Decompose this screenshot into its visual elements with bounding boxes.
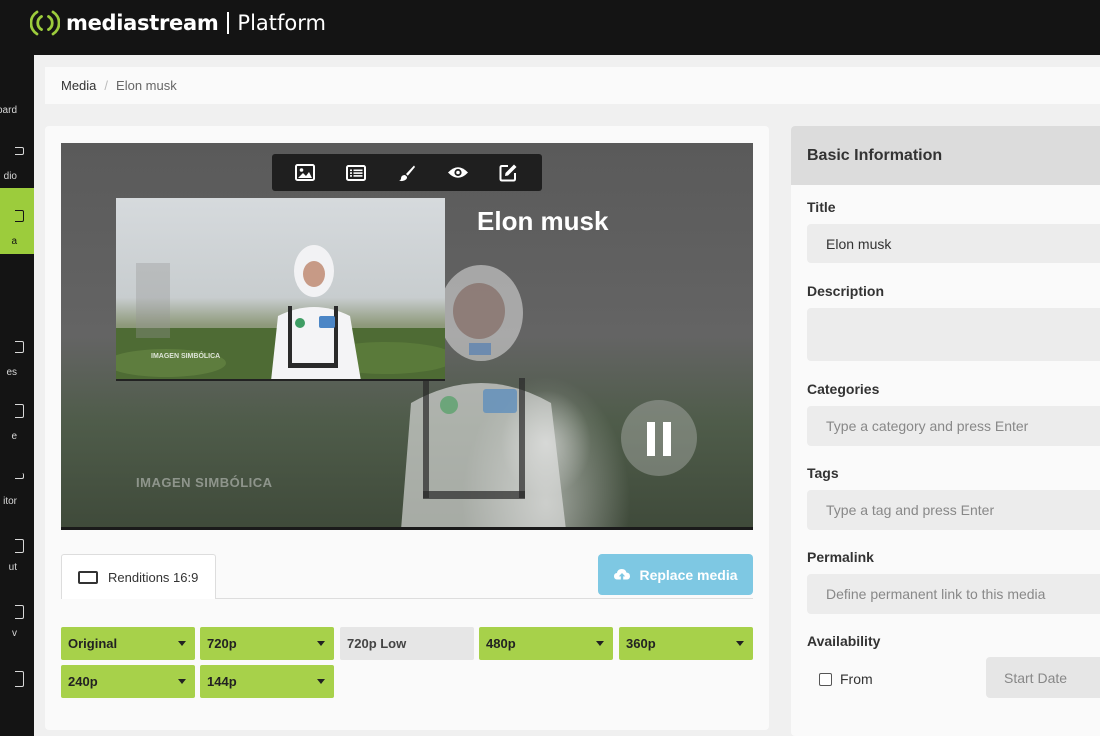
nav-item-label: ut xyxy=(8,562,17,573)
media-icon xyxy=(15,210,24,222)
breadcrumb-separator: / xyxy=(104,78,109,93)
chevron-down-icon xyxy=(178,641,186,646)
rendition-480p-select[interactable]: 480p xyxy=(479,627,613,660)
title-input[interactable] xyxy=(807,224,1100,263)
list-icon[interactable] xyxy=(342,159,370,187)
breadcrumb: Media / Elon musk xyxy=(45,67,1100,104)
brand-name: mediastream xyxy=(66,11,219,35)
nav-item-label: a xyxy=(11,236,17,247)
chevron-down-icon xyxy=(317,679,325,684)
product-name: Platform xyxy=(237,11,326,35)
image-icon[interactable] xyxy=(291,159,319,187)
permalink-label: Permalink xyxy=(807,549,874,565)
rendition-label: 360p xyxy=(626,636,656,651)
rendition-label: 240p xyxy=(68,674,98,689)
breadcrumb-current: Elon musk xyxy=(116,78,177,93)
rendition-240p-select[interactable]: 240p xyxy=(61,665,195,698)
rendition-360p-select[interactable]: 360p xyxy=(619,627,753,660)
chevron-down-icon xyxy=(736,641,744,646)
video-watermark: IMAGEN SIMBÓLICA xyxy=(136,475,273,490)
categories-label: Categories xyxy=(807,381,880,397)
categories-input[interactable] xyxy=(807,406,1100,446)
chevron-down-icon xyxy=(178,679,186,684)
aspect-ratio-icon xyxy=(78,570,98,584)
layout-icon xyxy=(15,539,24,553)
video-player[interactable]: IMAGEN SIMBÓLICA IMAGEN SIMBÓLICA Elon m… xyxy=(61,143,753,530)
video-title-overlay: Elon musk xyxy=(477,206,609,236)
nav-item-label: dio xyxy=(3,171,17,182)
nav-item-label: itor xyxy=(3,496,17,507)
nav-item-playlists[interactable]: es xyxy=(0,285,34,378)
nav-item-editor[interactable]: itor xyxy=(0,465,34,525)
chevron-down-icon xyxy=(596,641,604,646)
nav-item-label: es xyxy=(6,367,17,378)
rendition-original-select[interactable]: Original xyxy=(61,627,195,660)
brush-icon[interactable] xyxy=(393,159,421,187)
nav-item-dashboard[interactable]: oard xyxy=(0,83,34,143)
tv-icon xyxy=(15,605,24,619)
pause-button[interactable] xyxy=(621,400,697,476)
pause-icon xyxy=(663,422,671,456)
broadcast-icon xyxy=(29,9,61,37)
eye-icon[interactable] xyxy=(444,159,472,187)
replace-media-label: Replace media xyxy=(639,566,738,583)
start-date-input[interactable]: Start Date xyxy=(986,657,1100,698)
tab-renditions-label: Renditions 16:9 xyxy=(108,569,199,585)
rendition-label: 144p xyxy=(207,674,237,689)
tags-input[interactable] xyxy=(807,490,1100,530)
nav-item-label: v xyxy=(12,628,17,639)
audio-icon xyxy=(15,147,24,155)
video-thumbnail[interactable]: IMAGEN SIMBÓLICA xyxy=(116,198,445,381)
tab-renditions[interactable]: Renditions 16:9 xyxy=(61,554,216,599)
video-toolbar xyxy=(272,154,542,191)
playlists-icon xyxy=(15,341,24,353)
video-progress-track[interactable] xyxy=(61,527,753,530)
description-textarea[interactable] xyxy=(807,308,1100,361)
title-label: Title xyxy=(807,199,836,215)
top-bar: mediastream Platform xyxy=(0,0,1100,55)
permalink-input[interactable] xyxy=(807,574,1100,614)
edit-icon[interactable] xyxy=(495,159,523,187)
nav-item-label: e xyxy=(11,431,17,442)
live-icon xyxy=(15,404,24,418)
nav-item-layout[interactable]: ut xyxy=(0,531,34,591)
rendition-label: Original xyxy=(68,636,118,651)
chevron-down-icon xyxy=(317,641,325,646)
left-nav: oard dio a es e itor ut v xyxy=(0,55,34,736)
nav-icon xyxy=(15,671,24,687)
replace-media-button[interactable]: Replace media xyxy=(598,554,753,595)
breadcrumb-media-link[interactable]: Media xyxy=(61,78,96,93)
rendition-720p-low[interactable]: 720p Low xyxy=(340,627,474,660)
basic-info-header: Basic Information xyxy=(791,126,1100,185)
nav-item-more[interactable] xyxy=(0,663,34,723)
availability-from-checkbox[interactable] xyxy=(819,673,832,686)
cloud-upload-icon xyxy=(614,569,631,581)
rendition-144p-select[interactable]: 144p xyxy=(200,665,334,698)
brand-separator xyxy=(227,12,230,34)
nav-item-tv[interactable]: v xyxy=(0,597,34,657)
nav-item-media[interactable]: a xyxy=(0,188,34,254)
tags-label: Tags xyxy=(807,465,839,481)
rendition-720p-select[interactable]: 720p xyxy=(200,627,334,660)
rendition-label: 480p xyxy=(486,636,516,651)
from-label: From xyxy=(840,671,873,687)
description-label: Description xyxy=(807,283,885,299)
rendition-label: 720p Low xyxy=(347,636,407,651)
nav-item-label: oard xyxy=(0,105,17,116)
rendition-label: 720p xyxy=(207,636,237,651)
logo[interactable]: mediastream Platform xyxy=(29,9,326,37)
nav-item-live[interactable]: e xyxy=(0,400,34,460)
thumbnail-watermark: IMAGEN SIMBÓLICA xyxy=(151,353,221,360)
availability-label: Availability xyxy=(807,633,881,649)
pause-icon xyxy=(647,422,655,456)
editor-icon xyxy=(15,473,24,479)
